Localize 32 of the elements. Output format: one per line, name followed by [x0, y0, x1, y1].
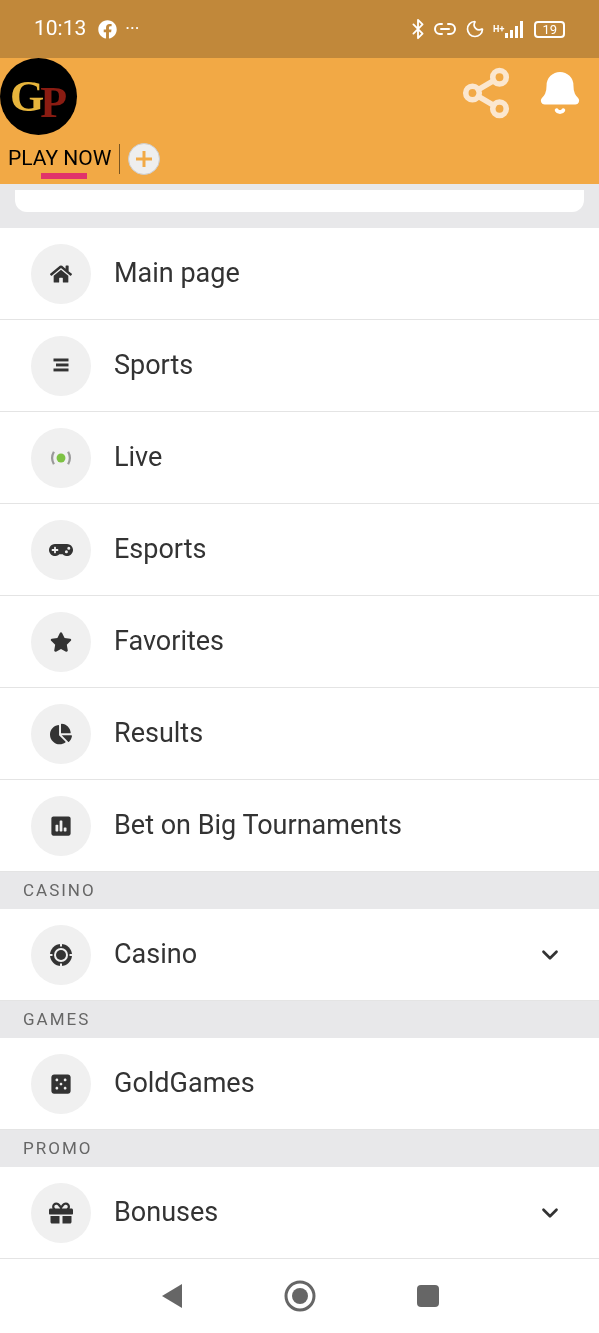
menu-item-label: Sports [114, 348, 195, 384]
menu-item-label: Main page [114, 256, 241, 292]
gift-icon [49, 1200, 73, 1225]
battery-indicator: 19 [534, 20, 565, 38]
menu-item-label: Casino [114, 937, 199, 973]
more-notifications: ··· [125, 20, 140, 38]
pie-chart-icon [50, 722, 72, 745]
logo: GP [0, 58, 77, 135]
menu-item-label: Bet on Big Tournaments [114, 808, 403, 844]
home-icon [50, 262, 72, 285]
network-type: H+ [493, 24, 505, 34]
home-circle-icon[interactable] [283, 1280, 316, 1312]
casino-chip-icon [49, 942, 73, 967]
moon-icon [465, 19, 486, 39]
menu-item-label: Favorites [114, 624, 226, 660]
square-icon[interactable] [415, 1284, 440, 1308]
section-header: CASINO [0, 872, 599, 909]
section-header: GAMES [0, 1001, 599, 1038]
clock: 10:13 [34, 15, 87, 43]
menu-item-label: Esports [114, 532, 208, 568]
menu-item-label: Bonuses [114, 1195, 220, 1231]
menu-item-label: Live [114, 440, 164, 476]
menu-item-label: GoldGames [114, 1066, 256, 1102]
live-signal-icon [49, 449, 73, 466]
section-header: PROMO [0, 1130, 599, 1167]
menu-item-label: Results [114, 716, 205, 752]
tab[interactable]: PLAY NOW [8, 139, 120, 179]
facebook-icon [98, 19, 118, 39]
plus-icon [134, 149, 155, 169]
bar-chart-icon [50, 814, 72, 837]
star-icon [50, 630, 72, 653]
dice-icon [50, 1072, 72, 1095]
